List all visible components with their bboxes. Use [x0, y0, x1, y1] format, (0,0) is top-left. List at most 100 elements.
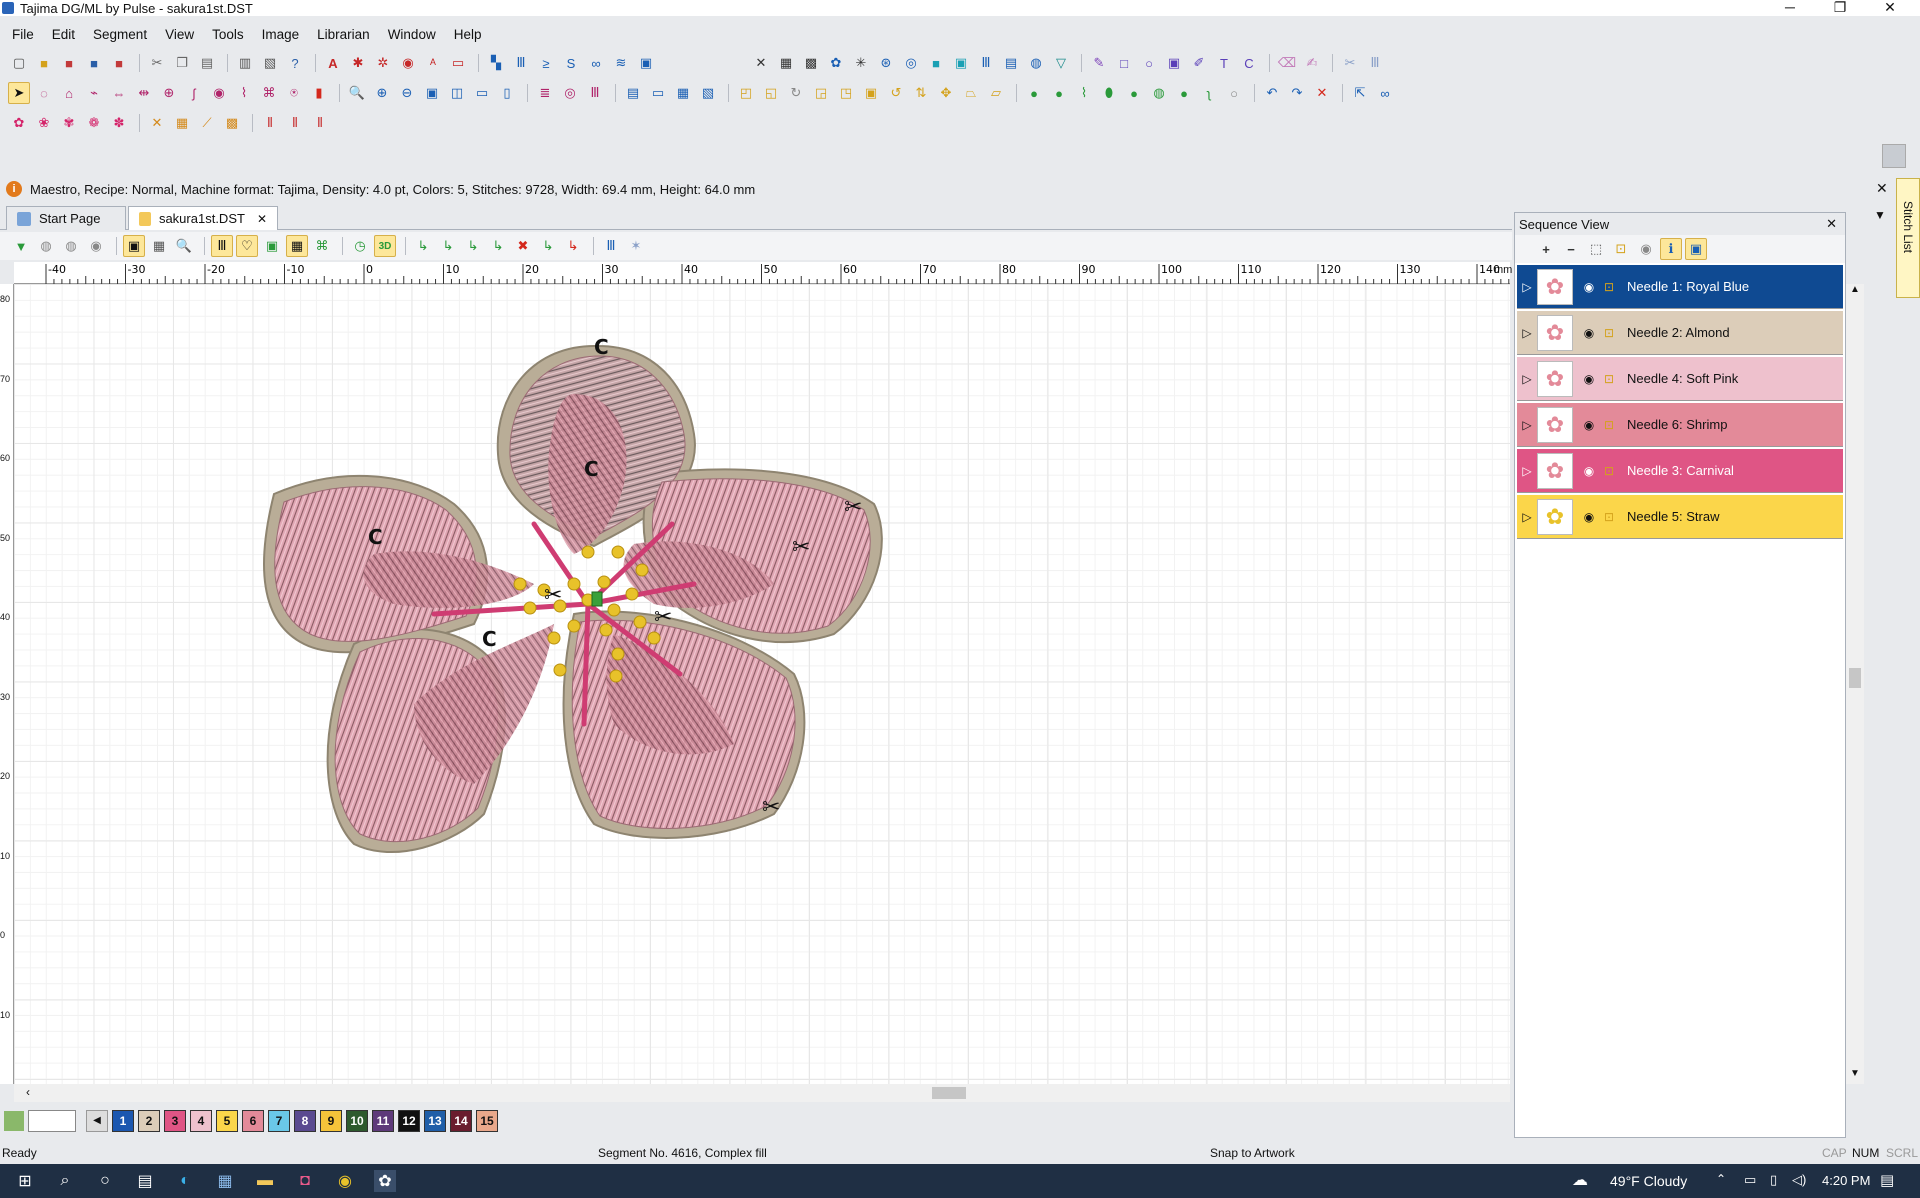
menu-edit[interactable]: Edit — [52, 27, 75, 42]
expand-icon[interactable]: ▷ — [1517, 372, 1537, 386]
menu-file[interactable]: File — [12, 27, 34, 42]
select-arrow-icon[interactable]: ➤ — [8, 82, 30, 104]
open-design-icon[interactable]: ■ — [58, 52, 80, 74]
spiral-icon[interactable]: ◎ — [900, 52, 922, 74]
text-tool-icon[interactable]: T — [1213, 52, 1235, 74]
edit-shape-icon[interactable]: ✐ — [1188, 52, 1210, 74]
envelope-icon[interactable]: ▱ — [985, 82, 1007, 104]
travel-3-icon[interactable]: ↳ — [462, 235, 484, 257]
monogram-icon[interactable]: ✱ — [347, 52, 369, 74]
visibility-eye-icon[interactable]: ◉ — [1579, 326, 1599, 340]
applique-icon[interactable]: ⍟ — [283, 82, 305, 104]
needle-button-11[interactable]: 11 — [372, 1110, 394, 1132]
expand-icon[interactable]: ▷ — [1517, 326, 1537, 340]
zoom-in-icon[interactable]: ⊕ — [371, 82, 393, 104]
needle-button-9[interactable]: 9 — [320, 1110, 342, 1132]
zoom-box-icon[interactable]: ▣ — [421, 82, 443, 104]
visibility-eye-icon[interactable]: ◉ — [1579, 280, 1599, 294]
eraser-icon[interactable]: ⌫ — [1276, 52, 1298, 74]
sequence-needle-row[interactable]: ▷ ✿ ◉ ⊡ Needle 2: Almond — [1517, 311, 1843, 355]
sequence-needle-row[interactable]: ▷ ✿ ◉ ⊡ Needle 4: Soft Pink — [1517, 357, 1843, 401]
needle-button-10[interactable]: 10 — [346, 1110, 368, 1132]
lock-icon[interactable]: ⊡ — [1599, 418, 1619, 432]
stitch-edit-1-icon[interactable]: ≣ — [534, 82, 556, 104]
keyboard-icon[interactable]: ▭ — [647, 82, 669, 104]
stitch-view-7-icon[interactable]: ● — [1173, 82, 1195, 104]
heart-view-icon[interactable]: ♡ — [236, 235, 258, 257]
notifications-icon[interactable]: ▤ — [1880, 1171, 1894, 1189]
align-4-icon[interactable]: ◳ — [835, 82, 857, 104]
stitch-tool-3-icon[interactable]: ≥ — [535, 52, 557, 74]
close-button[interactable]: ✕ — [1870, 0, 1910, 16]
center-icon[interactable]: ⊕ — [158, 82, 180, 104]
align-3-icon[interactable]: ◲ — [810, 82, 832, 104]
visibility-eye-icon[interactable]: ◉ — [1579, 372, 1599, 386]
save-machine-icon[interactable]: ■ — [108, 52, 130, 74]
column-view-icon[interactable]: Ⅲ — [600, 235, 622, 257]
compass-icon[interactable]: ⊛ — [875, 52, 897, 74]
lock-all-icon[interactable]: ⊡ — [1610, 238, 1632, 260]
stitch-view-4-icon[interactable]: ⬮ — [1098, 82, 1120, 104]
link-icon[interactable]: ∞ — [1374, 82, 1396, 104]
visibility-eye-icon[interactable]: ◉ — [1579, 464, 1599, 478]
open-folder-icon[interactable]: ■ — [33, 52, 55, 74]
needle-button-13[interactable]: 13 — [424, 1110, 446, 1132]
pattern-3-icon[interactable]: ▩ — [221, 112, 243, 134]
save-icon[interactable]: ■ — [83, 52, 105, 74]
align-1-icon[interactable]: ◰ — [735, 82, 757, 104]
print-icon[interactable]: ▥ — [234, 52, 256, 74]
rectangle-icon[interactable]: □ — [1113, 52, 1135, 74]
tray-chevron-up-icon[interactable]: ⌃ — [1716, 1172, 1726, 1186]
stitch-view-6-icon[interactable]: ◍ — [1148, 82, 1170, 104]
globe-icon[interactable]: ◍ — [1025, 52, 1047, 74]
hoop-icon[interactable]: ▣ — [261, 235, 283, 257]
cortana-icon[interactable]: ○ — [94, 1170, 116, 1192]
grid-toggle-icon[interactable]: ▦ — [286, 235, 308, 257]
rotate-icon[interactable]: ↻ — [785, 82, 807, 104]
menu-librarian[interactable]: Librarian — [317, 27, 370, 42]
flower-4-icon[interactable]: ❁ — [83, 112, 105, 134]
camera-icon[interactable]: ◘ — [294, 1170, 316, 1192]
needle-button-5[interactable]: 5 — [216, 1110, 238, 1132]
lock-icon[interactable]: ⊡ — [1599, 280, 1619, 294]
tab-list-chevron-down-icon[interactable]: ▼ — [1874, 208, 1886, 222]
node-tool-icon[interactable]: ✕ — [750, 52, 772, 74]
needle-button-7[interactable]: 7 — [268, 1110, 290, 1132]
lock-icon[interactable]: ⊡ — [1599, 464, 1619, 478]
needle-button-2[interactable]: 2 — [138, 1110, 160, 1132]
needle-button-6[interactable]: 6 — [242, 1110, 264, 1132]
stitch-edit-2-icon[interactable]: ◎ — [559, 82, 581, 104]
feather-icon[interactable]: ⌘ — [258, 82, 280, 104]
travel-1-icon[interactable]: ↳ — [412, 235, 434, 257]
warp-icon[interactable]: ⏢ — [960, 82, 982, 104]
stitch-display-icon[interactable]: Ⅲ — [211, 235, 233, 257]
stitch-tool-2-icon[interactable]: Ⅲ — [510, 52, 532, 74]
film-icon[interactable]: ▤ — [1000, 52, 1022, 74]
task-view-icon[interactable]: ▤ — [134, 1170, 156, 1192]
menu-window[interactable]: Window — [388, 27, 436, 42]
column-1-icon[interactable]: ⫴ — [259, 112, 281, 134]
needle-button-15[interactable]: 15 — [476, 1110, 498, 1132]
restore-button[interactable]: ❐ — [1820, 0, 1860, 16]
zoom-view-icon[interactable]: 🔍 — [173, 235, 195, 257]
windows-start-icon[interactable]: ⊞ — [14, 1170, 36, 1192]
motif-icon[interactable]: ✿ — [825, 52, 847, 74]
pattern-2-icon[interactable]: ⟋ — [196, 112, 218, 134]
stitch-view-9-icon[interactable]: ○ — [1223, 82, 1245, 104]
column-3-icon[interactable]: ⫴ — [309, 112, 331, 134]
view-tool-1-icon[interactable]: ◍ — [35, 235, 57, 257]
curve-icon[interactable]: C — [1238, 52, 1260, 74]
split-icon[interactable]: ✂ — [1339, 52, 1361, 74]
column-2-icon[interactable]: ⫴ — [284, 112, 306, 134]
spline-icon[interactable]: ʃ — [183, 82, 205, 104]
lock-icon[interactable]: ⊡ — [1599, 372, 1619, 386]
copy-icon[interactable]: ❐ — [171, 52, 193, 74]
palette-icon[interactable] — [4, 1111, 24, 1131]
sequence-view-close-icon[interactable]: ✕ — [1826, 216, 1837, 232]
tab-start-page[interactable]: Start Page — [6, 206, 126, 230]
pencil-icon[interactable]: ✎ — [1088, 52, 1110, 74]
scroll-left-icon[interactable]: ‹ — [26, 1085, 30, 1099]
lettering-icon[interactable]: A — [322, 52, 344, 74]
column-icon[interactable]: Ⅲ — [1364, 52, 1386, 74]
sequence-needle-row[interactable]: ▷ ✿ ◉ ⊡ Needle 3: Carnival — [1517, 449, 1843, 493]
